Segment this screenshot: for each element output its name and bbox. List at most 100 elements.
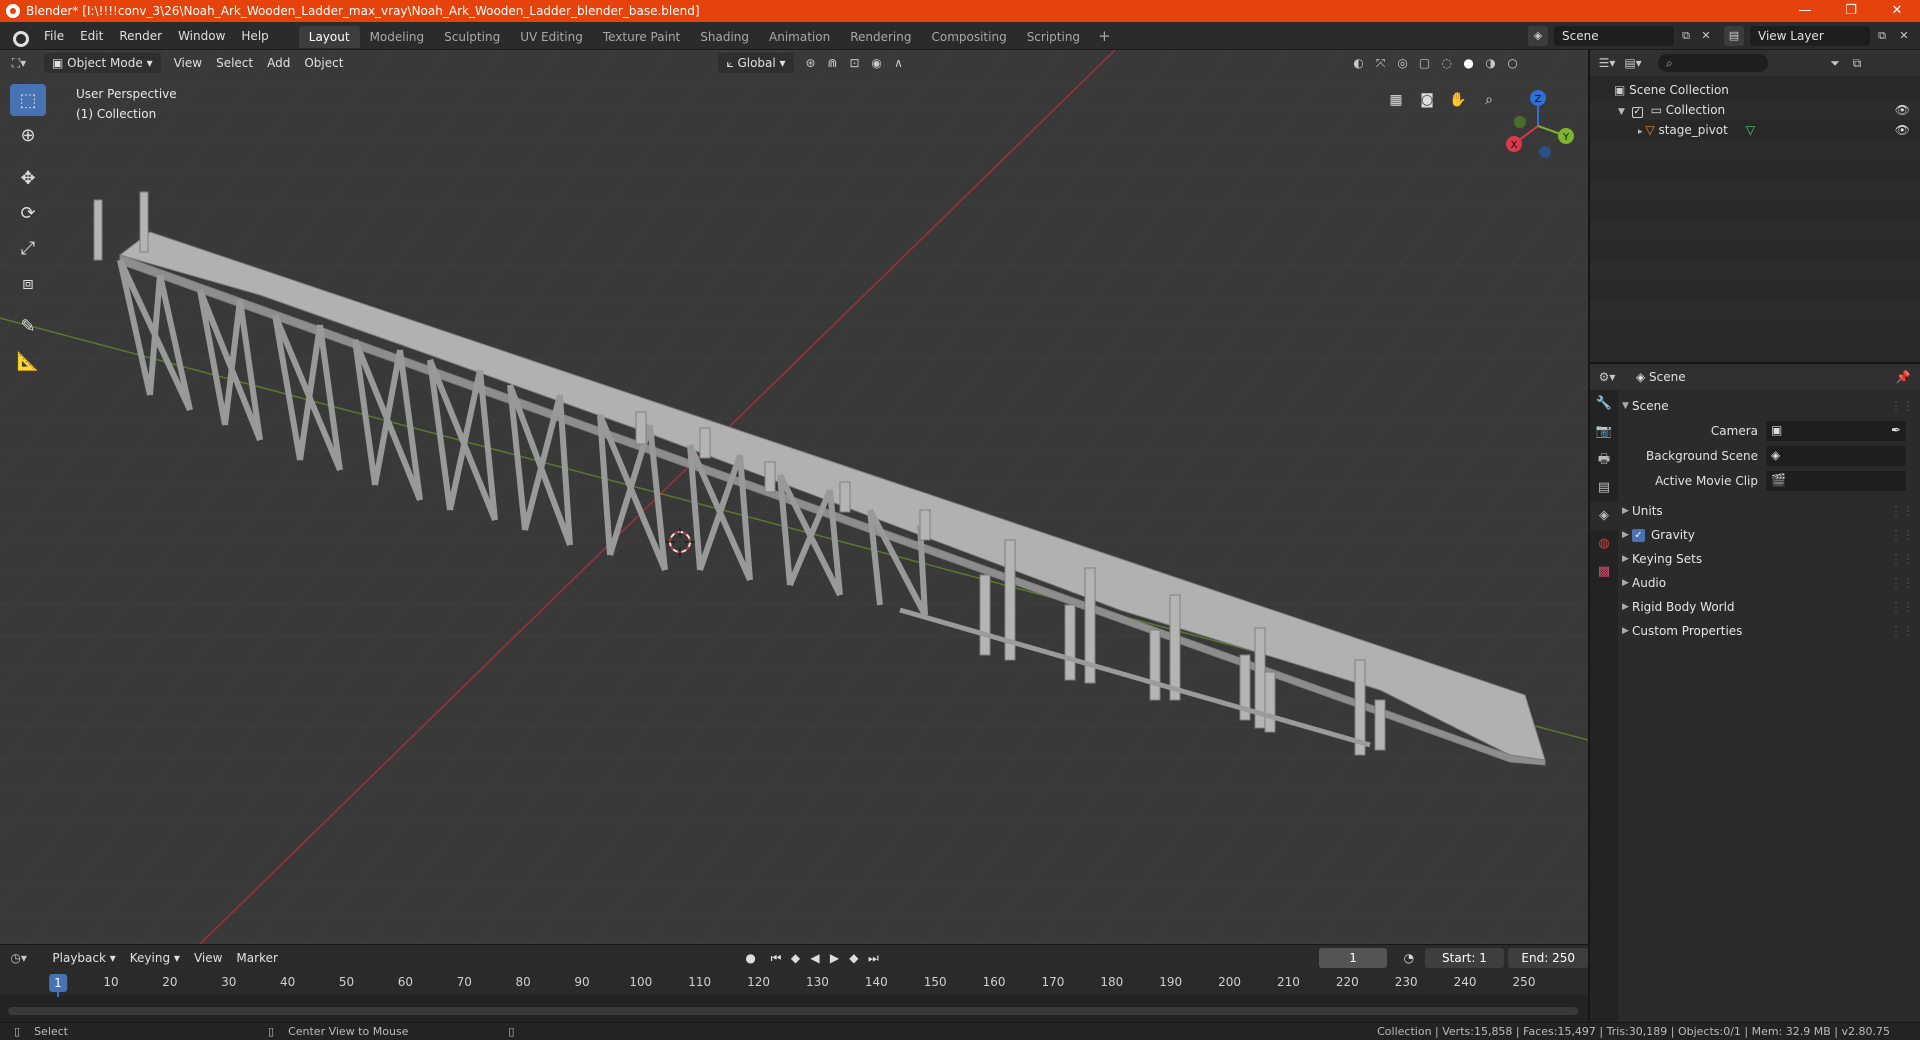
play-reverse-icon[interactable]: ◀ [805,951,824,965]
menu-help[interactable]: Help [233,22,276,50]
new-scene-icon[interactable]: ⧉ [1676,26,1696,46]
tab-rendering[interactable]: Rendering [840,26,921,48]
shading-solid-icon[interactable]: ● [1458,53,1480,73]
playback-menu[interactable]: Playback ▾ [45,948,122,968]
tab-layout[interactable]: Layout [298,26,360,48]
object-eye-icon[interactable]: 👁 [1895,120,1910,140]
outliner-search-input[interactable]: ⌕ [1658,54,1768,72]
panel-audio-header[interactable]: ▶ Audio ⋮⋮ [1620,571,1920,595]
texture-tab-icon[interactable]: ▩ [1590,558,1618,586]
shading-wireframe-icon[interactable]: ◌ [1436,53,1458,73]
transform-tool-icon[interactable]: ⧈ [10,267,46,299]
record-icon[interactable]: ● [741,951,760,965]
preview-range-icon[interactable]: ◔ [1399,951,1418,965]
pin-icon[interactable]: 📌 [1892,367,1914,387]
timeline-scrollbar[interactable] [8,1007,1578,1015]
gizmo-toggle-icon[interactable]: ⤧ [1370,53,1392,73]
move-tool-icon[interactable]: ✥ [10,162,46,194]
panel-gravity-header[interactable]: ▶ ✓ Gravity ⋮⋮ [1620,523,1920,547]
panel-custom-properties-header[interactable]: ▶ Custom Properties ⋮⋮ [1620,619,1920,643]
menu-window[interactable]: Window [170,22,233,50]
tab-animation[interactable]: Animation [759,26,840,48]
collection-eye-icon[interactable]: 👁 [1895,100,1910,120]
outliner-editor-type-icon[interactable]: ☰▾ [1596,53,1618,73]
delete-scene-icon[interactable]: ✕ [1696,26,1716,46]
marker-menu[interactable]: Marker [229,948,284,968]
measure-tool-icon[interactable]: 📐 [10,345,46,377]
menu-add[interactable]: Add [260,53,297,73]
next-keyframe-icon[interactable]: ◆ [844,951,863,965]
start-frame-field[interactable]: Start: 1 [1424,948,1505,968]
pivot-point-icon[interactable]: ⊛ [800,53,822,73]
shading-material-icon[interactable]: ◑ [1480,53,1502,73]
annotate-tool-icon[interactable]: ✎ [10,310,46,342]
outliner-row-stage-pivot[interactable]: ▸ ▽ stage_pivot ▽ 👁 [1590,120,1920,140]
3d-viewport[interactable]: User Perspective (1) Collection ▦ ◙ ✋ ⌕ … [0,50,1588,944]
new-view-layer-icon[interactable]: ⧉ [1872,26,1892,46]
view-layer-browse-icon[interactable]: ▤ [1724,26,1744,46]
play-icon[interactable]: ▶ [825,951,844,965]
menu-edit[interactable]: Edit [72,22,111,50]
output-tab-icon[interactable]: 🖶 [1590,446,1618,474]
transform-orientation-dropdown[interactable]: ⟀ Global ▾ [718,53,794,73]
background-scene-field[interactable]: ◈ [1766,445,1906,466]
view-layer-tab-icon[interactable]: ▤ [1590,474,1618,502]
rotate-tool-icon[interactable]: ⟳ [10,197,46,229]
panel-units-header[interactable]: ▶ Units ⋮⋮ [1620,499,1920,523]
collection-checkbox[interactable]: ✓ [1631,107,1643,118]
tool-tab-icon[interactable]: 🔧 [1590,390,1618,418]
panel-keying-sets-header[interactable]: ▶ Keying Sets ⋮⋮ [1620,547,1920,571]
scene-browse-icon[interactable]: ◈ [1528,26,1548,46]
scene-name-field[interactable]: Scene [1554,26,1674,46]
scene-canvas[interactable] [0,50,1588,944]
playhead-marker[interactable]: 1 [49,974,67,992]
minimize-button[interactable]: — [1782,0,1828,22]
editor-type-icon[interactable]: ⛶▾ [8,53,30,73]
add-workspace-button[interactable]: + [1090,22,1119,50]
timeline-ruler[interactable]: 1 10 20 30 40 50 60 70 80 90 100 110 120 130 140 150 160… [0,971,1588,997]
proportional-edit-icon[interactable]: ◉ [866,53,888,73]
maximize-button[interactable]: ❐ [1828,0,1874,22]
tab-modeling[interactable]: Modeling [360,26,435,48]
snap-magnet-icon[interactable]: ⋒ [822,53,844,73]
menu-object[interactable]: Object [297,53,350,73]
tab-sculpting[interactable]: Sculpting [434,26,510,48]
timeline-editor-type-icon[interactable]: ◷▾ [8,948,29,968]
snap-target-icon[interactable]: ⊡ [844,53,866,73]
outliner-row-collection[interactable]: ▼ ✓ ▭ Collection 👁 [1590,100,1920,120]
jump-start-icon[interactable]: ⏮ [766,951,785,966]
outliner-row-scene-collection[interactable]: ▣ Scene Collection [1590,80,1920,100]
toggle-ortho-grid-icon[interactable]: ▦ [1382,86,1410,114]
filter-icon[interactable]: ⏷ [1824,53,1846,73]
tab-uv-editing[interactable]: UV Editing [510,26,593,48]
overlays-toggle-icon[interactable]: ◎ [1392,53,1414,73]
visibility-selectability-icon[interactable]: ◐ [1348,53,1370,73]
display-mode-icon[interactable]: ▤▾ [1622,53,1644,73]
tab-texture-paint[interactable]: Texture Paint [593,26,690,48]
render-tab-icon[interactable]: 📷 [1590,418,1618,446]
shading-rendered-icon[interactable]: ○ [1502,53,1524,73]
properties-editor-type-icon[interactable]: ⚙▾ [1596,367,1618,387]
falloff-icon[interactable]: ∧ [888,53,910,73]
tab-scripting[interactable]: Scripting [1017,26,1090,48]
keying-menu[interactable]: Keying ▾ [123,948,187,968]
close-button[interactable]: ✕ [1874,0,1920,22]
scene-tab-icon[interactable]: ◈ [1590,502,1618,530]
expand-arrow-icon[interactable]: ▼ [1618,107,1628,117]
blender-logo-icon[interactable] [10,28,29,47]
active-movie-clip-field[interactable]: 🎬 [1766,470,1906,491]
prev-keyframe-icon[interactable]: ◆ [786,951,805,965]
view-layer-field[interactable]: View Layer [1750,26,1870,46]
panel-scene-header[interactable]: ▼ Scene ⋮⋮ [1620,394,1920,418]
camera-view-icon[interactable]: ◙ [1413,86,1441,114]
world-tab-icon[interactable]: ◍ [1590,530,1618,558]
panel-rigid-body-world-header[interactable]: ▶ Rigid Body World ⋮⋮ [1620,595,1920,619]
select-box-tool-icon[interactable]: ⬚ [10,84,46,116]
camera-field[interactable]: ▣ ✒ [1766,420,1906,441]
menu-select[interactable]: Select [209,53,260,73]
navigation-gizmo[interactable]: Z Y X [1498,86,1578,166]
new-collection-icon[interactable]: ⧉ [1846,53,1868,73]
current-frame-field[interactable]: 1 [1319,948,1388,968]
tab-shading[interactable]: Shading [690,26,759,48]
mode-selector[interactable]: ▣ Object Mode ▾ [44,53,161,73]
